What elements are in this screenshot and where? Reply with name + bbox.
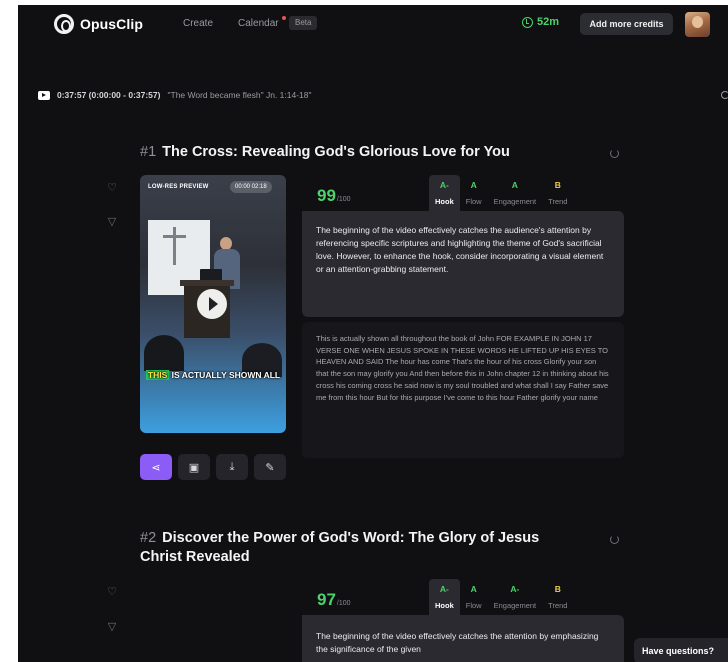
tab-engagement[interactable]: A- Engagement: [488, 579, 543, 615]
refresh-icon[interactable]: [721, 91, 728, 99]
caption-highlight: THIS: [145, 370, 170, 380]
app-window: OpusClip Create Calendar Beta 52m Add mo…: [18, 5, 728, 662]
audience-silhouette: [144, 335, 184, 371]
rename-button[interactable]: ✎: [254, 454, 286, 480]
grade-tabs: A- Hook A Flow A Engagement B Trend: [429, 175, 573, 211]
grade-name: Engagement: [493, 197, 537, 206]
regenerate-icon[interactable]: [610, 149, 619, 158]
hook-feedback: The beginning of the video effectively c…: [302, 211, 624, 317]
grade-name: Engagement: [493, 601, 537, 610]
score-max: /100: [336, 196, 351, 203]
score-value: 99: [317, 186, 336, 205]
thumbs-down-icon[interactable]: ▽: [106, 622, 118, 633]
caption-text: IS ACTUALLY SHOWN ALL: [171, 370, 281, 380]
tab-hook[interactable]: A- Hook: [429, 175, 460, 211]
editor-button[interactable]: ▣: [178, 454, 210, 480]
clip-title: #2 Discover the Power of God's Word: The …: [140, 529, 580, 567]
grade-tabs: A- Hook A Flow A- Engagement B Trend: [429, 579, 573, 615]
grade-name: Flow: [465, 197, 482, 206]
timer-value: 52m: [537, 16, 560, 28]
top-nav: OpusClip Create Calendar Beta 52m Add mo…: [18, 5, 728, 45]
user-avatar[interactable]: [685, 12, 710, 37]
grade-name: Trend: [548, 601, 568, 610]
heart-icon[interactable]: ♡: [106, 587, 118, 598]
notification-dot: [282, 16, 286, 20]
score-value: 97: [317, 590, 336, 609]
tab-engagement[interactable]: A Engagement: [488, 175, 543, 211]
play-icon[interactable]: [197, 289, 227, 319]
score-max: /100: [336, 600, 351, 607]
clip-number: #1: [140, 144, 157, 160]
grade-value: A-: [510, 584, 520, 594]
virality-score: 97/100: [317, 590, 351, 610]
grade-value: A: [470, 180, 477, 190]
credit-timer: 52m: [522, 16, 559, 28]
clip-actions: ⋖ ▣ ⤓ ✎: [140, 454, 286, 480]
source-title: "The Word became flesh" Jn. 1:14-18": [167, 90, 312, 100]
youtube-icon: [38, 90, 50, 100]
grade-name: Trend: [548, 197, 568, 206]
tab-trend[interactable]: B Trend: [542, 579, 573, 615]
beta-badge: Beta: [289, 16, 318, 30]
clip-title: #1 The Cross: Revealing God's Glorious Lo…: [140, 143, 510, 162]
preview-label: LOW-RES PREVIEW: [148, 184, 209, 190]
grade-value: A: [511, 180, 518, 190]
tab-trend[interactable]: B Trend: [542, 175, 573, 211]
pencil-icon: ✎: [265, 461, 275, 474]
have-questions-button[interactable]: Have questions?: [634, 638, 728, 662]
grade-value: A-: [439, 180, 449, 190]
tab-flow[interactable]: A Flow: [460, 175, 488, 211]
transcript-text: This is actually shown all throughout th…: [316, 334, 609, 402]
tab-flow[interactable]: A Flow: [460, 579, 488, 615]
brand-logo[interactable]: OpusClip: [54, 14, 143, 34]
share-button[interactable]: ⋖: [140, 454, 172, 480]
heart-icon[interactable]: ♡: [106, 183, 118, 194]
brand-name: OpusClip: [80, 16, 144, 32]
download-icon: ⤓: [229, 460, 235, 473]
hook-feedback: The beginning of the video effectively c…: [302, 615, 624, 662]
clip-preview[interactable]: LOW-RES PREVIEW 00:00 02:18 THIS IS ACTU…: [140, 175, 286, 433]
source-time-range: 0:37:57 (0:00:00 - 0:37:57): [57, 90, 161, 100]
grade-value: A-: [439, 584, 449, 594]
grade-name: Flow: [465, 601, 482, 610]
clip-transcript: This is actually shown all throughout th…: [302, 322, 624, 458]
download-button[interactable]: ⤓: [216, 454, 248, 480]
nav-calendar-link[interactable]: Calendar: [238, 18, 279, 29]
share-icon: ⋖: [151, 461, 161, 474]
opusclip-logo-icon: [54, 14, 74, 34]
regenerate-icon[interactable]: [610, 535, 619, 544]
video-caption: THIS IS ACTUALLY SHOWN ALL: [140, 370, 286, 380]
crucifix-image: [163, 227, 186, 265]
source-video-info: 0:37:57 (0:00:00 - 0:37:57) "The Word be…: [38, 90, 312, 100]
edit-icon: ▣: [188, 461, 200, 474]
grade-value: B: [554, 584, 561, 594]
grade-value: A: [470, 584, 477, 594]
clip-title-text: Discover the Power of God's Word: The Gl…: [140, 530, 540, 565]
preview-time: 00:00 02:18: [230, 181, 272, 193]
grade-name: Hook: [435, 197, 454, 206]
tab-hook[interactable]: A- Hook: [429, 579, 460, 615]
clip-number: #2: [140, 530, 157, 546]
thumbs-down-icon[interactable]: ▽: [106, 217, 118, 228]
clock-icon: [522, 16, 533, 28]
nav-create-link[interactable]: Create: [183, 18, 213, 29]
add-credits-button[interactable]: Add more credits: [580, 13, 673, 35]
clip-title-text: The Cross: Revealing God's Glorious Love…: [162, 144, 510, 160]
grade-value: B: [554, 180, 561, 190]
grade-name: Hook: [435, 601, 454, 610]
virality-score: 99/100: [317, 186, 351, 206]
